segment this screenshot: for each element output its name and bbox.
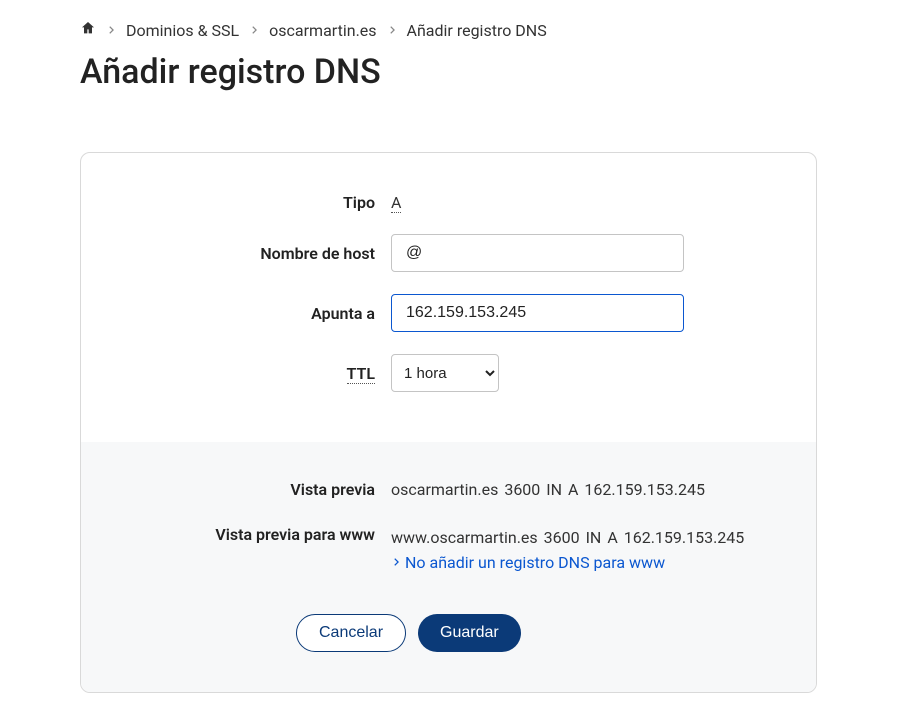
chevron-right-icon — [391, 557, 401, 567]
type-label: Tipo — [121, 193, 391, 212]
save-button[interactable]: Guardar — [418, 614, 521, 652]
points-to-label: Apunta a — [121, 304, 391, 323]
breadcrumb: Dominios & SSL oscarmartin.es Añadir reg… — [80, 20, 817, 40]
preview-www-value: www.oscarmartin.es 3600 IN A 162.159.153… — [391, 525, 776, 551]
type-value[interactable]: A — [391, 193, 401, 213]
breadcrumb-current: Añadir registro DNS — [407, 21, 547, 40]
no-add-www-label: No añadir un registro DNS para www — [405, 553, 665, 572]
ttl-label: TTL — [121, 364, 391, 383]
breadcrumb-dominios-ssl[interactable]: Dominios & SSL — [126, 21, 239, 40]
points-to-input[interactable] — [391, 294, 684, 332]
preview-www-label: Vista previa para www — [121, 525, 391, 544]
breadcrumb-home[interactable] — [80, 20, 96, 40]
preview-label: Vista previa — [121, 480, 391, 499]
dns-form-card: Tipo A Nombre de host Apunta a TTL — [80, 152, 817, 693]
breadcrumb-domain[interactable]: oscarmartin.es — [269, 21, 376, 40]
chevron-right-icon — [106, 25, 116, 35]
chevron-right-icon — [387, 25, 397, 35]
no-add-www-link[interactable]: No añadir un registro DNS para www — [391, 553, 665, 572]
preview-value: oscarmartin.es 3600 IN A 162.159.153.245 — [391, 480, 705, 499]
chevron-right-icon — [249, 25, 259, 35]
home-icon — [80, 21, 96, 40]
cancel-button[interactable]: Cancelar — [296, 614, 406, 652]
hostname-label: Nombre de host — [121, 244, 391, 263]
hostname-input[interactable] — [391, 234, 684, 272]
page-title: Añadir registro DNS — [80, 52, 817, 92]
ttl-select[interactable]: 1 hora — [391, 354, 499, 392]
